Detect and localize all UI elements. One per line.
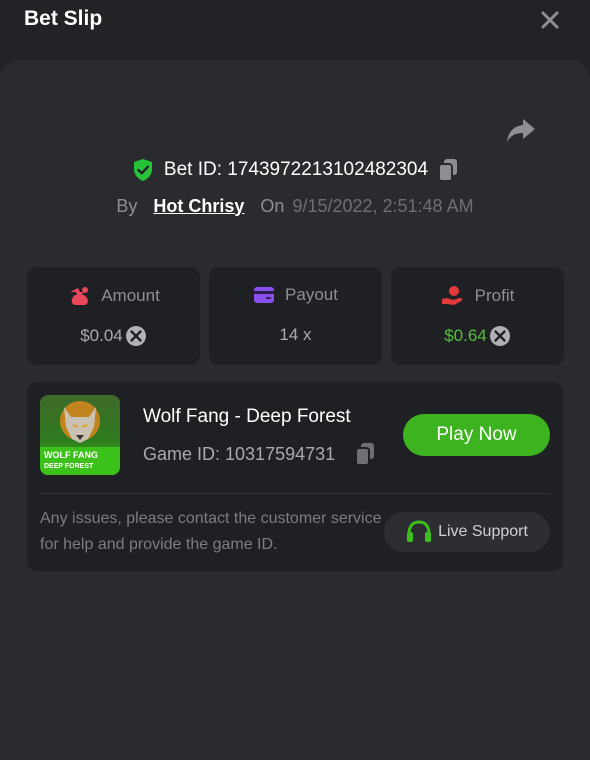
live-support-label: Live Support bbox=[438, 523, 528, 540]
bet-id: Bet ID: 1743972213102482304 bbox=[163, 159, 429, 180]
live-support-button[interactable]: Live Support bbox=[384, 512, 550, 552]
coin-x-icon bbox=[489, 326, 510, 346]
header-bar: Bet Slip bbox=[0, 0, 590, 58]
game-thumbnail[interactable]: WOLF FANG DEEP FOREST bbox=[40, 395, 120, 475]
svg-text:DEEP FOREST: DEEP FOREST bbox=[44, 463, 94, 470]
copy-icon[interactable] bbox=[438, 158, 458, 182]
svg-text:WOLF FANG: WOLF FANG bbox=[44, 450, 98, 460]
divider bbox=[40, 493, 550, 494]
hand-coin-icon bbox=[441, 286, 462, 305]
profit-label: Profit bbox=[474, 286, 515, 305]
game-id: Game ID: 10317594731 bbox=[143, 443, 336, 464]
copy-icon[interactable] bbox=[355, 442, 375, 466]
by-label: By bbox=[116, 195, 138, 216]
stats-row: Amount $0.04 Payout 14 x Profit $0.64 bbox=[27, 267, 564, 365]
profit-card: Profit $0.64 bbox=[391, 267, 564, 365]
user-link[interactable]: Hot Chrisy bbox=[153, 196, 244, 217]
payout-label: Payout bbox=[285, 285, 338, 304]
amount-label: Amount bbox=[101, 286, 160, 305]
profit-value: $0.64 bbox=[444, 326, 487, 345]
wallet-icon bbox=[254, 287, 275, 303]
game-card: WOLF FANG DEEP FOREST Wolf Fang - Deep F… bbox=[27, 382, 563, 571]
bet-id-row: Bet ID: 1743972213102482304 bbox=[0, 155, 590, 185]
amount-value: $0.04 bbox=[80, 326, 123, 345]
close-icon[interactable] bbox=[536, 6, 564, 34]
bet-date: 9/15/2022, 2:51:48 AM bbox=[292, 195, 474, 216]
coin-x-icon bbox=[125, 326, 146, 346]
game-name: Wolf Fang - Deep Forest bbox=[143, 406, 351, 427]
shield-check-icon bbox=[133, 159, 152, 181]
share-arrow-icon[interactable] bbox=[505, 115, 537, 145]
payout-value: 14 x bbox=[279, 325, 312, 344]
amount-card: Amount $0.04 bbox=[27, 267, 200, 365]
author-row: By Hot Chrisy On 9/15/2022, 2:51:48 AM bbox=[0, 192, 590, 220]
play-now-button[interactable]: Play Now bbox=[403, 414, 550, 456]
game-id-row: Game ID: 10317594731 bbox=[143, 442, 375, 466]
page-title: Bet Slip bbox=[24, 7, 103, 30]
on-label: On bbox=[260, 195, 285, 216]
support-help-text: Any issues, please contact the customer … bbox=[40, 510, 382, 553]
headset-icon bbox=[407, 520, 432, 542]
money-bag-icon bbox=[70, 287, 89, 305]
payout-card: Payout 14 x bbox=[209, 267, 382, 365]
